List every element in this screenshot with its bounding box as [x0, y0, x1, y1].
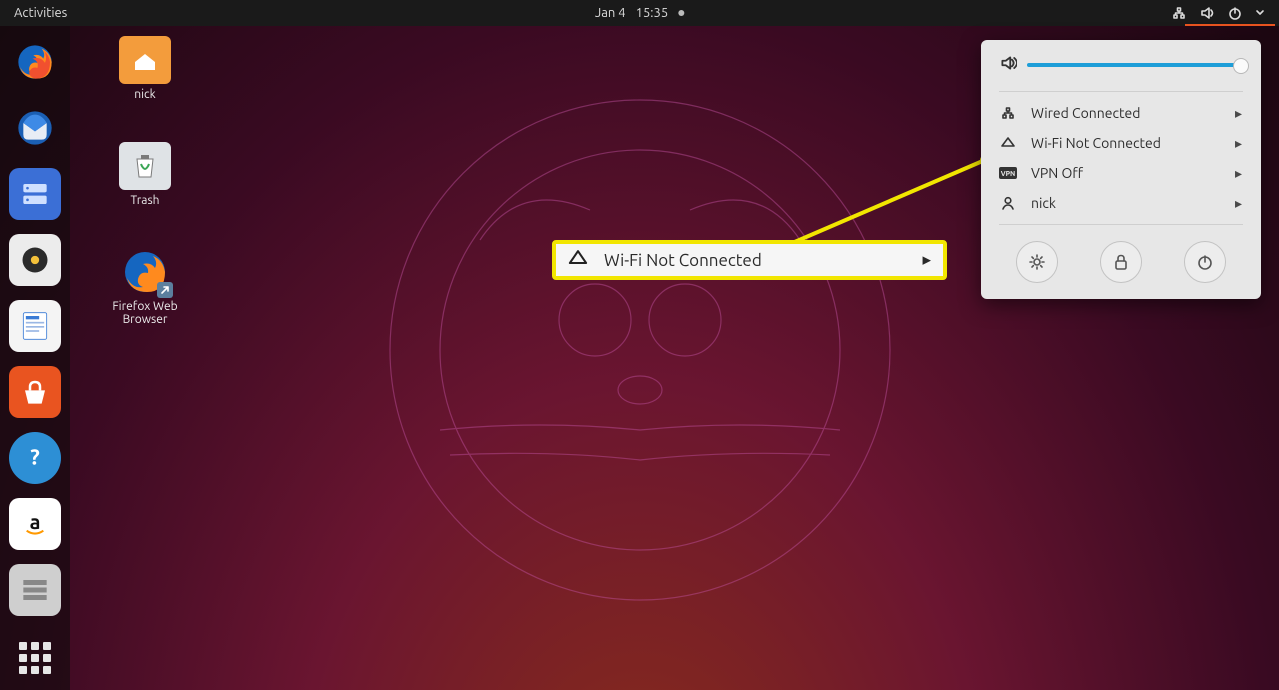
volume-icon — [999, 54, 1017, 75]
chevron-right-icon: ▸ — [1235, 195, 1243, 212]
dock-app-todo[interactable] — [9, 564, 61, 616]
vpn-icon: VPN — [999, 164, 1017, 182]
divider — [999, 224, 1243, 225]
dock-app-help[interactable]: ? — [9, 432, 61, 484]
dock-app-firefox[interactable] — [9, 36, 61, 88]
power-button[interactable] — [1184, 241, 1226, 283]
volume-row — [981, 54, 1261, 85]
menu-label: Wired Connected — [1031, 105, 1221, 121]
action-buttons — [981, 231, 1261, 283]
activities-button[interactable]: Activities — [8, 6, 73, 20]
menu-wired[interactable]: Wired Connected ▸ — [981, 98, 1261, 128]
desktop-icon-home[interactable]: nick — [100, 36, 190, 101]
dock-app-thunderbird[interactable] — [9, 102, 61, 154]
clock[interactable]: Jan 4 15:35 — [595, 6, 684, 20]
divider — [999, 91, 1243, 92]
notification-dot-icon — [678, 10, 684, 16]
clock-time: 15:35 — [636, 6, 669, 20]
chevron-right-icon: ▸ — [1235, 165, 1243, 182]
top-bar: Activities Jan 4 15:35 — [0, 0, 1279, 26]
svg-text:a: a — [30, 510, 41, 533]
desktop-icon-firefox-shortcut[interactable]: Firefox Web Browser — [100, 248, 190, 326]
show-applications-button[interactable] — [15, 638, 55, 678]
dock-app-software[interactable] — [9, 366, 61, 418]
settings-button[interactable] — [1016, 241, 1058, 283]
network-icon — [1171, 5, 1187, 21]
dock-app-amazon[interactable]: a — [9, 498, 61, 550]
user-icon — [999, 194, 1017, 212]
desktop-icon-trash[interactable]: Trash — [100, 142, 190, 207]
active-indicator — [1185, 24, 1275, 26]
system-status-area[interactable] — [1171, 5, 1271, 21]
clock-date: Jan 4 — [595, 6, 626, 20]
dock: ? a — [0, 26, 70, 690]
dock-app-libreoffice-writer[interactable] — [9, 300, 61, 352]
menu-label: VPN Off — [1031, 165, 1221, 181]
chevron-right-icon: ▸ — [1235, 135, 1243, 152]
system-menu-popover: Wired Connected ▸ Wi-Fi Not Connected ▸ … — [981, 40, 1261, 299]
volume-slider[interactable] — [1027, 63, 1243, 67]
callout-label: Wi-Fi Not Connected — [604, 251, 762, 270]
menu-user[interactable]: nick ▸ — [981, 188, 1261, 218]
desktop-icon-label: Firefox Web Browser — [100, 300, 190, 326]
menu-label: nick — [1031, 195, 1221, 211]
power-icon — [1227, 5, 1243, 21]
wifi-off-icon — [999, 134, 1017, 152]
menu-wifi[interactable]: Wi-Fi Not Connected ▸ — [981, 128, 1261, 158]
annotation-callout: Wi-Fi Not Connected ▸ — [552, 240, 947, 280]
desktop-icon-label: nick — [100, 88, 190, 101]
shortcut-arrow-icon — [157, 282, 173, 298]
svg-text:VPN: VPN — [1001, 170, 1016, 178]
network-wired-icon — [999, 104, 1017, 122]
wifi-off-icon — [568, 248, 588, 272]
menu-vpn[interactable]: VPN VPN Off ▸ — [981, 158, 1261, 188]
chevron-right-icon: ▸ — [1235, 105, 1243, 122]
dock-app-files[interactable] — [9, 168, 61, 220]
chevron-down-icon — [1255, 5, 1265, 21]
volume-icon — [1199, 5, 1215, 21]
desktop-icon-label: Trash — [100, 194, 190, 207]
chevron-right-icon: ▸ — [922, 250, 931, 270]
menu-label: Wi-Fi Not Connected — [1031, 135, 1221, 151]
lock-button[interactable] — [1100, 241, 1142, 283]
svg-text:?: ? — [30, 446, 40, 470]
dock-app-rhythmbox[interactable] — [9, 234, 61, 286]
